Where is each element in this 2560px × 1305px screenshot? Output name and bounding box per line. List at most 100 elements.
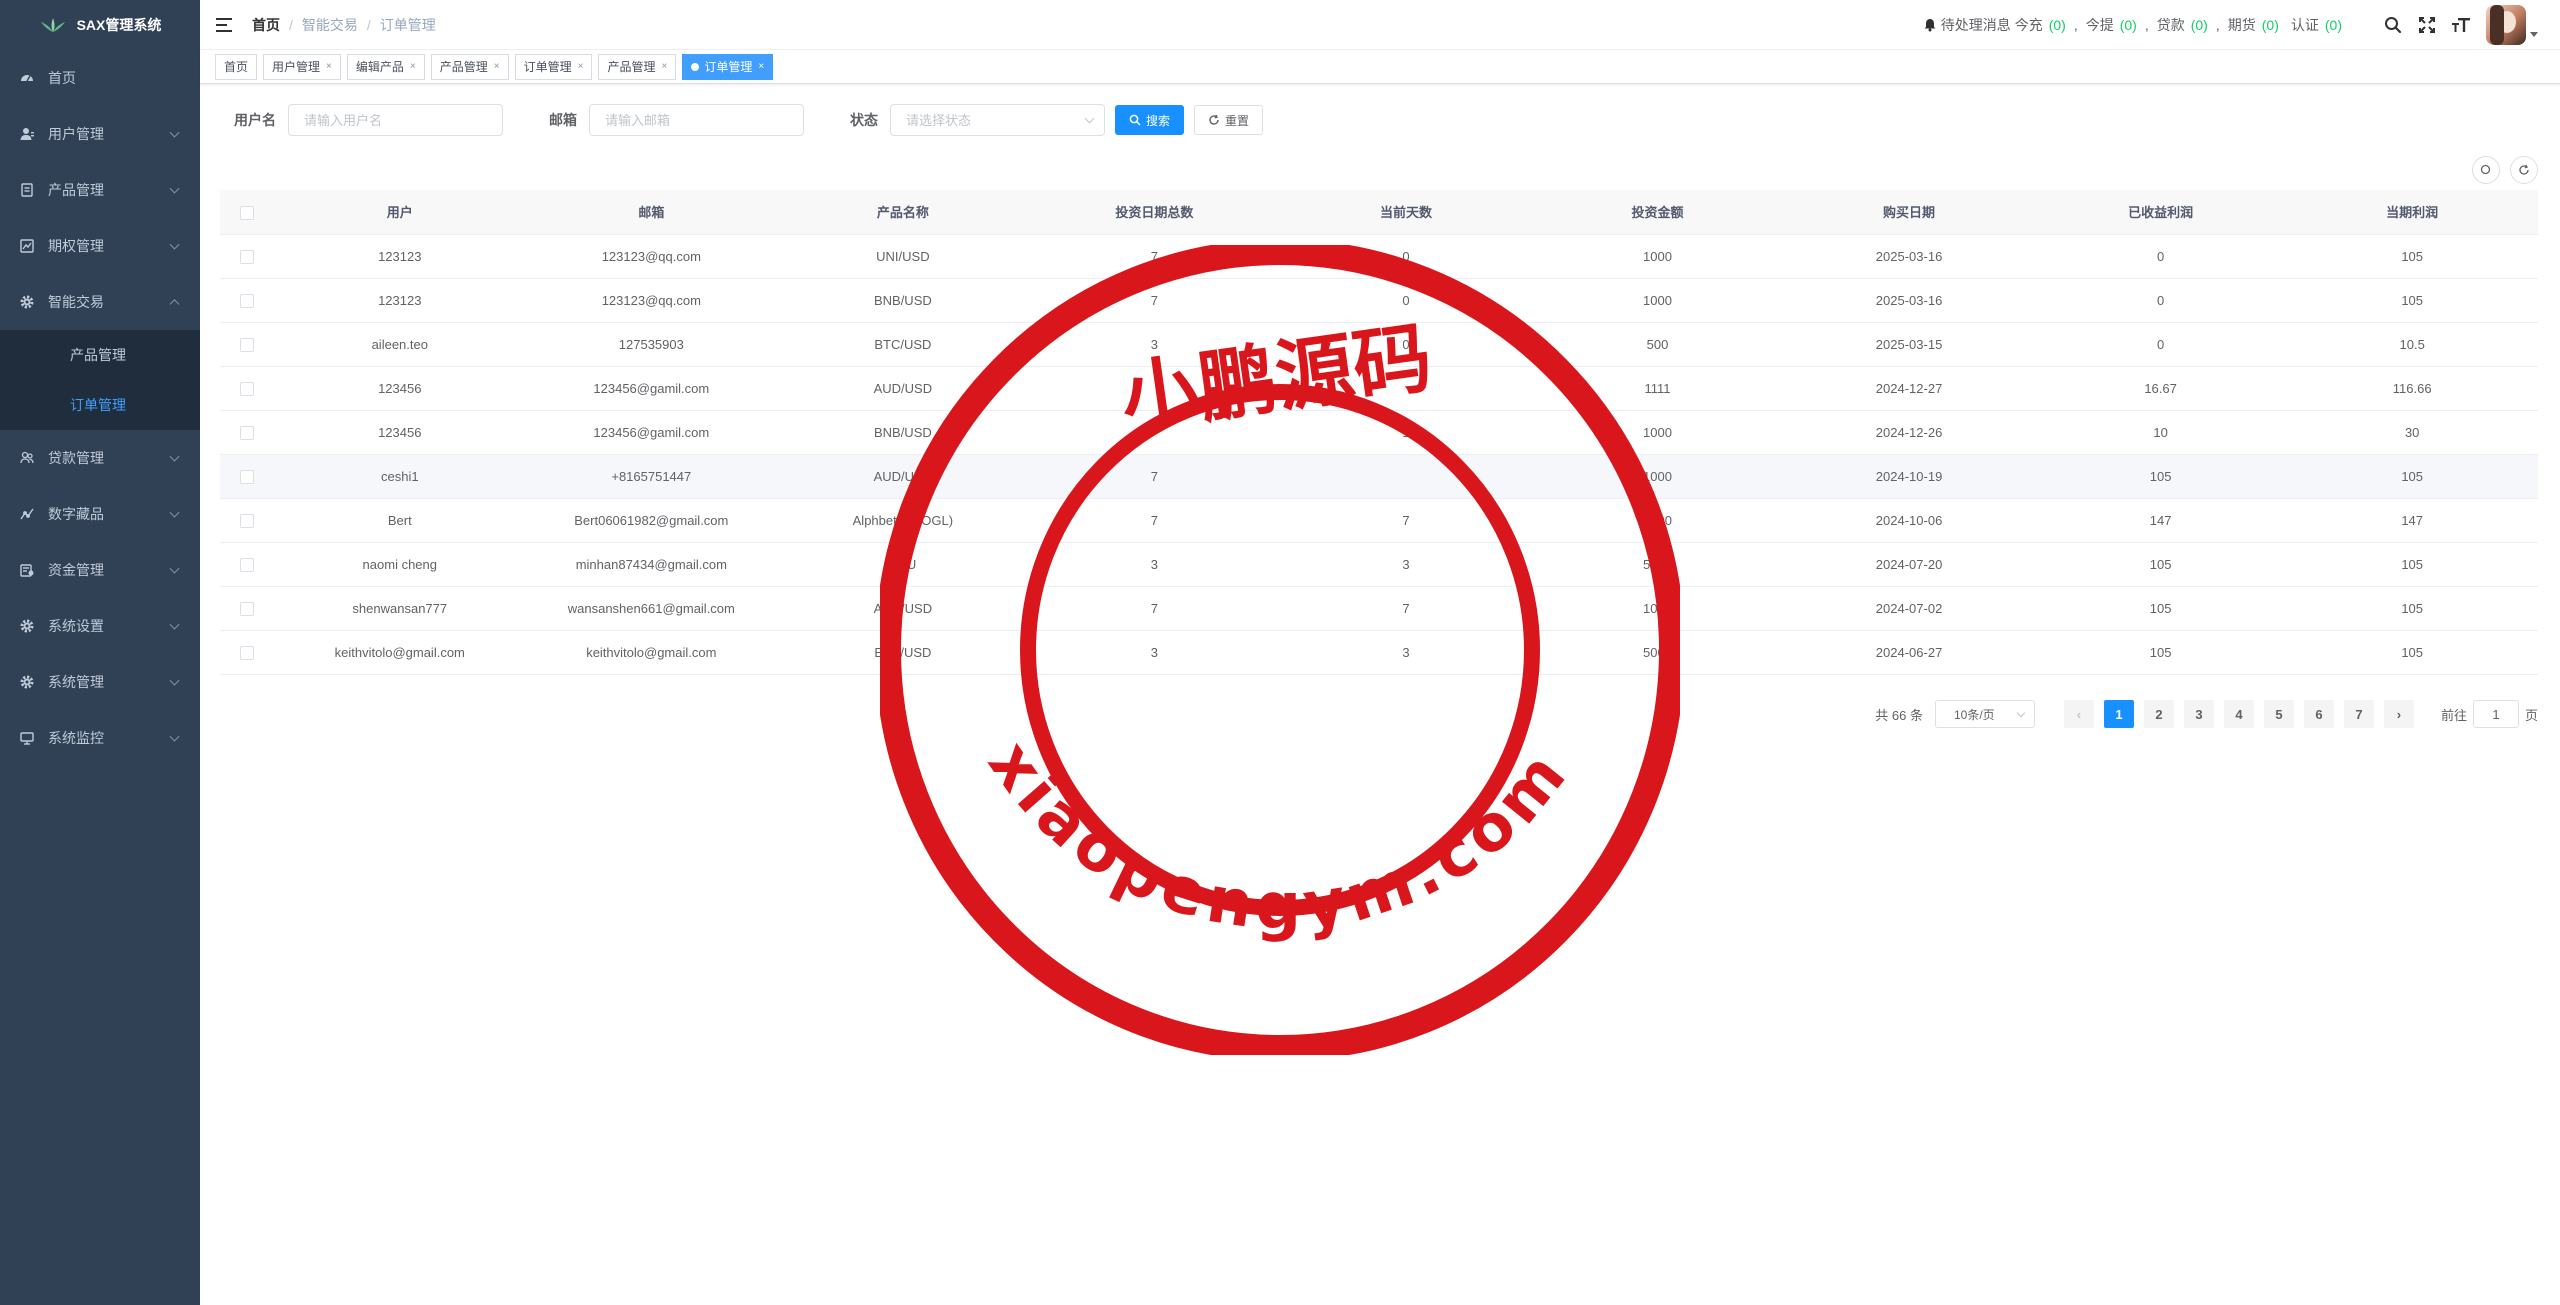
tag-item[interactable]: 产品管理 × — [598, 53, 677, 80]
sidebar-item[interactable]: 系统监控 — [0, 710, 200, 766]
table-cell — [1028, 410, 1281, 455]
column-header: 用户 — [274, 190, 526, 235]
search-icon[interactable] — [2382, 14, 2404, 36]
table-cell: 2025-03-15 — [1783, 322, 2035, 367]
table-row[interactable]: aileen.teo 127535903 BTC/USD 3 0 500 2025-03-1… — [220, 322, 2538, 367]
row-checkbox[interactable] — [240, 293, 254, 308]
row-checkbox[interactable] — [240, 337, 254, 352]
table-header-row: 用户 邮箱 产品名称 投资日期总数 当前天数 投资金额 购买日期 已收益利润 当期利润 — [220, 190, 2538, 235]
reset-button[interactable]: 重置 — [1194, 105, 1264, 135]
close-icon[interactable]: × — [661, 61, 667, 72]
gear-icon — [20, 295, 34, 309]
breadcrumb-item: 智能交易 — [301, 16, 358, 33]
logo[interactable]: SAX管理系统 — [0, 0, 200, 50]
search-icon — [2480, 164, 2491, 175]
pagination-jumper: 前往 1 页 — [2441, 700, 2538, 728]
tag-item[interactable]: 订单管理 × — [514, 53, 593, 80]
status-select[interactable] — [890, 104, 1105, 136]
goto-page-input[interactable]: 1 — [2472, 700, 2519, 728]
tag-item[interactable]: 产品管理 × — [430, 53, 509, 80]
caret-down-icon[interactable] — [2530, 31, 2538, 37]
column-header: 投资日期总数 — [1028, 190, 1281, 235]
tag-item[interactable]: 用户管理 × — [263, 53, 341, 80]
close-icon[interactable]: × — [758, 61, 764, 72]
refresh-button[interactable] — [2510, 156, 2538, 184]
column-header: 购买日期 — [1783, 190, 2035, 235]
tag-item[interactable]: 编辑产品 × — [346, 53, 425, 80]
table-row[interactable]: 123456 123456@gamil.com AUD/USD 1111 2024-12… — [220, 366, 2538, 411]
table-cell: 1 — [1280, 410, 1532, 455]
next-page-button[interactable]: › — [2383, 700, 2414, 728]
tag-item[interactable]: 订单管理 × — [682, 53, 774, 80]
page-size-select[interactable]: 10条/页 — [1934, 700, 2035, 728]
row-checkbox[interactable] — [240, 425, 254, 440]
sidebar-item[interactable]: 智能交易 — [0, 274, 200, 330]
sidebar-item[interactable]: 首页 — [0, 50, 200, 106]
table-row[interactable]: shenwansan777 wansanshen661@gmail.com AUD/… — [220, 586, 2538, 631]
table-row[interactable]: Bert Bert06061982@gmail.com Alphbet(GOOGL)… — [220, 498, 2538, 543]
font-size-icon[interactable] — [2450, 14, 2472, 36]
column-header: 已收益利润 — [2034, 190, 2287, 235]
sidebar-item[interactable]: 资金管理 — [0, 542, 200, 598]
sidebar-item[interactable]: 系统设置 — [0, 598, 200, 654]
search-button[interactable]: 搜索 — [1115, 105, 1185, 135]
row-checkbox[interactable] — [240, 249, 254, 264]
page-number-button[interactable]: 5 — [2263, 700, 2294, 728]
table-cell: 2025-03-16 — [1783, 234, 2035, 279]
row-checkbox[interactable] — [240, 601, 254, 616]
page-number-button[interactable]: 1 — [2103, 700, 2134, 728]
table-row[interactable]: ceshi1 +8165751447 AUD/USD 7 1000 2024-10-19 1… — [220, 454, 2538, 499]
row-checkbox[interactable] — [240, 381, 254, 396]
close-icon[interactable]: × — [494, 61, 500, 72]
toggle-search-button[interactable] — [2472, 156, 2500, 184]
status-select-input[interactable] — [890, 104, 1105, 136]
hamburger-icon[interactable] — [216, 17, 232, 32]
sidebar-item[interactable]: 产品管理 — [0, 162, 200, 218]
email-input[interactable] — [589, 104, 804, 136]
email-label: 邮箱 — [549, 112, 577, 128]
table-row[interactable]: naomi cheng minhan87434@gmail.com XAU 3 3 500… — [220, 542, 2538, 587]
table-row[interactable]: keithvitolo@gmail.com keithvitolo@gmail.c… — [220, 630, 2538, 675]
table-cell: 10.5 — [2286, 322, 2538, 367]
form-item-email: 邮箱 — [549, 104, 804, 136]
row-checkbox[interactable] — [240, 469, 254, 484]
tag-label: 订单管理 — [523, 60, 572, 74]
breadcrumb-item[interactable]: 首页 — [252, 15, 280, 35]
sidebar-item[interactable]: 数字藏品 — [0, 486, 200, 542]
select-all-cell — [220, 190, 274, 235]
documentation-icon — [20, 183, 34, 197]
sidebar-item[interactable]: 系统管理 — [0, 654, 200, 710]
sidebar-subitem[interactable]: 订单管理 — [0, 380, 200, 430]
sidebar-item[interactable]: 期权管理 — [0, 218, 200, 274]
row-checkbox[interactable] — [240, 513, 254, 528]
select-all-checkbox[interactable] — [240, 205, 254, 220]
sidebar-subitem[interactable]: 产品管理 — [0, 330, 200, 380]
sidebar-item[interactable]: 用户管理 — [0, 106, 200, 162]
row-checkbox[interactable] — [240, 645, 254, 660]
table-cell: Bert — [274, 498, 526, 543]
avatar[interactable] — [2486, 5, 2526, 45]
sidebar-item[interactable]: 贷款管理 — [0, 430, 200, 486]
page-number-button[interactable]: 3 — [2183, 700, 2214, 728]
close-icon[interactable]: × — [410, 61, 416, 72]
table-row[interactable]: 123123 123123@qq.com UNI/USD 7 0 1000 2025-03-… — [220, 234, 2538, 279]
page-number-button[interactable]: 6 — [2303, 700, 2334, 728]
tag-item[interactable]: 首页 — [215, 53, 258, 80]
tag-label: 订单管理 — [704, 60, 753, 74]
chevron-down-icon — [169, 731, 180, 742]
pending-notice[interactable]: 待处理消息 今充 (0), 今提 (0), 贷款 (0), 期货 (0) 认证 … — [1923, 15, 2348, 35]
page-number-button[interactable]: 4 — [2223, 700, 2254, 728]
page-number-button[interactable]: 2 — [2143, 700, 2174, 728]
username-input[interactable] — [288, 104, 503, 136]
fullscreen-icon[interactable] — [2416, 14, 2438, 36]
close-icon[interactable]: × — [578, 61, 584, 72]
prev-page-button[interactable]: ‹ — [2063, 700, 2094, 728]
peoples-icon — [20, 451, 34, 465]
table-cell: 0 — [1280, 278, 1532, 323]
row-checkbox[interactable] — [240, 557, 254, 572]
table-row[interactable]: 123123 123123@qq.com BNB/USD 7 0 1000 2025-03-… — [220, 278, 2538, 323]
page-number-button[interactable]: 7 — [2343, 700, 2374, 728]
table-body: 123123 123123@qq.com UNI/USD 7 0 1000 2025-03-… — [220, 234, 2538, 675]
close-icon[interactable]: × — [326, 61, 332, 72]
table-row[interactable]: 123456 123456@gamil.com BNB/USD 1 1000 2024-1… — [220, 410, 2538, 455]
